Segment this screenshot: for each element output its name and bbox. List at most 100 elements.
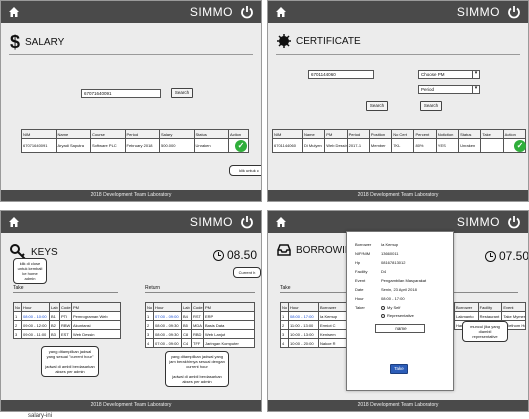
search-button[interactable]: Search xyxy=(366,101,388,111)
clock-icon xyxy=(485,250,496,262)
table-cell: C8 xyxy=(181,329,192,339)
table-cell: B1 xyxy=(49,311,60,321)
home-icon[interactable] xyxy=(275,6,287,18)
search-input[interactable]: 6701144060 xyxy=(308,70,374,79)
keys-panel: SIMMO KEYS klik di close untuk kembali k… xyxy=(0,210,262,412)
column-header: Code xyxy=(191,302,204,312)
column-header: Period xyxy=(346,129,370,139)
top-bar: SIMMO xyxy=(1,211,261,233)
table-row[interactable]: 2 08:00 - 09:30 B5 MDA Basis Data xyxy=(145,320,255,330)
table-cell: 3 xyxy=(280,329,289,339)
confirm-check-icon[interactable]: ✓ xyxy=(235,140,247,152)
home-icon[interactable] xyxy=(275,216,287,228)
taker-option-self[interactable]: My Self xyxy=(381,305,400,310)
table-cell: Akuntansi xyxy=(71,320,121,330)
taker-option-representative[interactable]: Representative xyxy=(381,313,414,318)
column-header: PM xyxy=(203,302,255,312)
modal-field: Event Pengambilan Masyarakat xyxy=(355,278,426,283)
table-cell: Aryadi Saputra xyxy=(55,138,91,153)
table-cell: 08:00 - 09:30 xyxy=(153,329,182,339)
modal-field: NIP/NIM 13660011 xyxy=(355,251,399,256)
radio-icon[interactable] xyxy=(381,313,385,318)
table-row[interactable]: 3 08:00 - 09:30 C8 RBD Web Lanjut xyxy=(145,329,255,339)
column-header: No xyxy=(13,302,22,312)
table-row[interactable]: Lakmanto Restaurant Take Mymer xyxy=(454,311,526,321)
power-icon[interactable] xyxy=(240,215,254,229)
table-cell: ERP xyxy=(203,311,255,321)
table-cell: 3 xyxy=(13,329,22,339)
field-value: D4 xyxy=(381,269,387,274)
option-label: My Self xyxy=(387,305,401,310)
column-header: Percent xyxy=(413,129,437,139)
table-cell: 11:00 - 13:00 xyxy=(288,320,319,330)
period-select[interactable]: Period xyxy=(418,85,480,94)
table-row[interactable]: 2 09:00 - 12:00 B2 RBW Akuntansi xyxy=(13,320,121,330)
table-cell: RBW xyxy=(59,320,72,330)
table-cell: MDA xyxy=(191,320,204,330)
representative-name-input[interactable]: name xyxy=(375,324,425,333)
power-icon[interactable] xyxy=(507,215,521,229)
column-header: Course xyxy=(90,129,126,139)
confirm-check-icon[interactable]: ✓ xyxy=(514,140,526,152)
table-cell: 07:00 - 09:00 xyxy=(153,338,182,348)
table-cell: 2 xyxy=(280,320,289,330)
current-hour-note: Current h xyxy=(233,267,261,278)
borrowing-table-left: No Hour Borrower 1 08:00 - 17:00 Ia Kemu… xyxy=(280,302,356,348)
home-icon[interactable] xyxy=(8,216,20,228)
table-row[interactable]: 1 07:00 - 09:00 B4 RST ERP xyxy=(145,311,255,321)
table-row[interactable]: 3 10:00 - 13:00 Kenisem xyxy=(280,329,356,339)
take-section-label: Take xyxy=(280,285,291,291)
dollar-icon: $ xyxy=(10,32,21,52)
table-row[interactable]: 4 10:00 - 20:00 Nakoe R xyxy=(280,338,356,348)
power-icon[interactable] xyxy=(507,5,521,19)
hour-link[interactable]: 08:00 - 10:00 xyxy=(21,311,50,321)
divider xyxy=(9,54,253,55)
search-input[interactable]: 67071640091 xyxy=(81,89,161,98)
radio-icon[interactable] xyxy=(381,305,385,310)
take-table: No Hour Lab Code PM 1 08:00 - 10:00 B1 P… xyxy=(13,302,121,339)
brand-label: SIMMO xyxy=(189,5,233,19)
hour-link[interactable]: 07:00 - 09:00 xyxy=(153,311,182,321)
table-cell: C4 xyxy=(181,338,192,348)
table-header-row: NIM Name PM Period Position No Cert Perc… xyxy=(272,129,527,139)
column-header: Event xyxy=(501,302,526,312)
page-title-label: CERTIFICATE xyxy=(296,35,361,47)
table-row: 6701144060 Di Mulyen Web Dessin 2017-1 M… xyxy=(272,138,527,153)
table-cell: B2 xyxy=(49,320,60,330)
take-button[interactable]: Take xyxy=(390,364,408,374)
current-time-value: 08.50 xyxy=(227,248,258,262)
current-time: 07.50 xyxy=(485,249,528,263)
salary-panel: SIMMO $ SALARY 67071640091 Search NIM Na… xyxy=(0,0,262,202)
column-header: Take xyxy=(480,129,504,139)
column-header: Action xyxy=(502,129,527,139)
table-row[interactable]: 1 08:00 - 10:00 B1 PTI Pemrograman Web xyxy=(13,311,121,321)
table-cell: YES xyxy=(435,138,460,153)
certificate-table: NIM Name PM Period Position No Cert Perc… xyxy=(272,129,527,153)
table-cell: B4 xyxy=(181,311,192,321)
table-cell: Unraken xyxy=(458,138,482,153)
top-bar: SIMMO xyxy=(1,1,261,23)
table-cell: EST xyxy=(59,329,72,339)
annotation-note: yang ditampilkan jadwal yang jam berakhi… xyxy=(165,351,229,387)
table-cell: Lakmanto xyxy=(454,311,479,321)
power-icon[interactable] xyxy=(240,5,254,19)
table-cell: PTI xyxy=(59,311,72,321)
table-row[interactable]: 4 07:00 - 09:00 C4 TFF Jaringan Komputer xyxy=(145,338,255,348)
table-cell: TFF xyxy=(191,338,204,348)
search-button-2[interactable]: Search xyxy=(420,101,442,111)
field-value: Pengambilan Masyarakat xyxy=(381,278,427,283)
table-cell: RST xyxy=(191,311,204,321)
column-header: No xyxy=(280,302,289,312)
pm-select[interactable]: Choose PM xyxy=(418,70,480,79)
table-row[interactable]: 3 09:00 - 11:00 B3 EST Web Dessin xyxy=(13,329,121,339)
field-label: Facility xyxy=(355,269,368,274)
table-row[interactable]: 1 08:00 - 17:00 Ia Kemup xyxy=(280,311,356,321)
hour-link[interactable]: 08:00 - 17:00 xyxy=(288,311,319,321)
modal-field: Date Senin, 23 April 2018 xyxy=(355,287,417,292)
search-button[interactable]: Search xyxy=(171,88,193,98)
column-header: Lab xyxy=(49,302,60,312)
footer: 2018 Development Team Laboratory xyxy=(1,400,261,411)
table-row[interactable]: 2 11:00 - 13:00 Ermiot C xyxy=(280,320,356,330)
home-icon[interactable] xyxy=(8,6,20,18)
taker-label: Taker xyxy=(355,305,365,310)
